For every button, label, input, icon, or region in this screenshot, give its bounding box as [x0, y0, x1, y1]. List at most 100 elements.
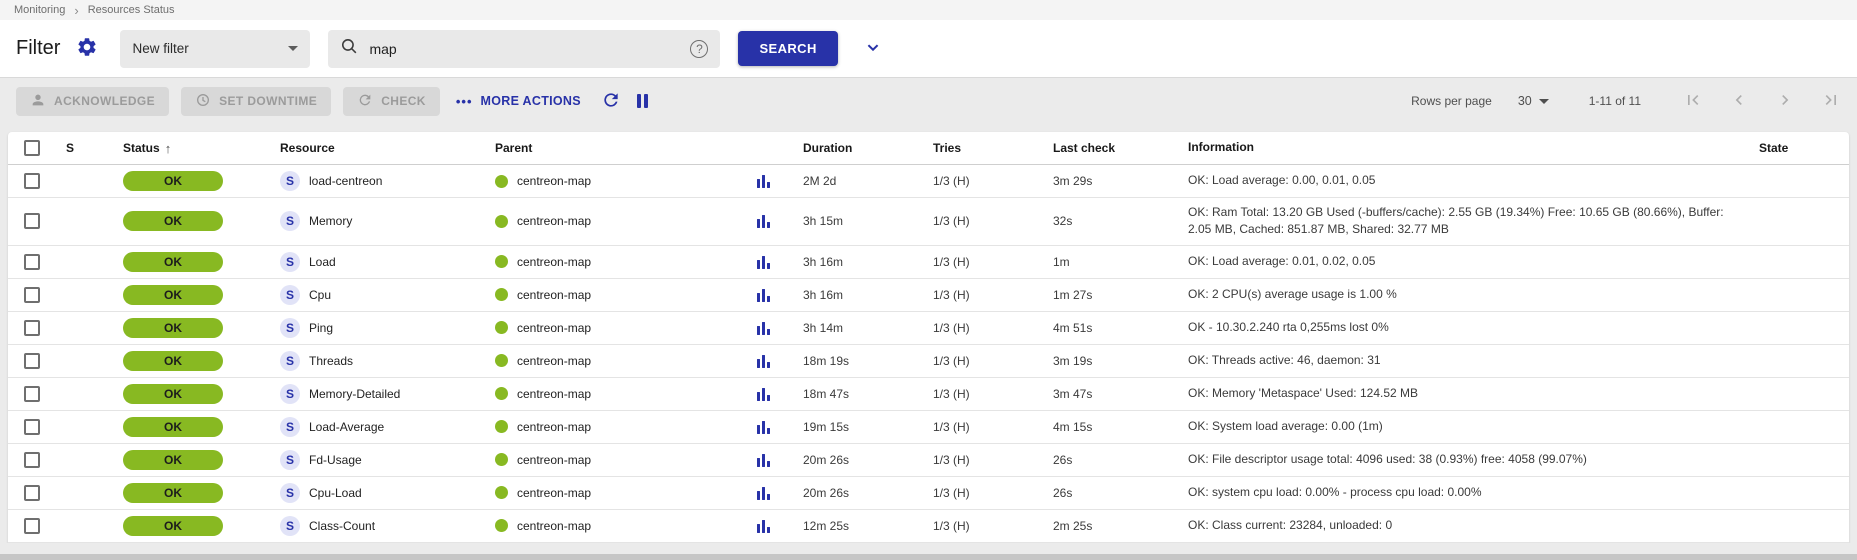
expand-filters-button[interactable] [862, 36, 884, 61]
tries-value: 1/3 (H) [913, 321, 1043, 335]
row-checkbox[interactable] [24, 287, 40, 303]
resource-name: Memory [309, 214, 352, 228]
sort-ascending-icon: ↑ [165, 141, 172, 156]
graph-icon[interactable] [757, 486, 770, 500]
graph-icon[interactable] [757, 321, 770, 335]
row-parent-cell: centreon-map [473, 486, 733, 500]
row-checkbox[interactable] [24, 213, 40, 229]
status-badge: OK [123, 318, 223, 338]
row-checkbox-cell [8, 320, 56, 336]
row-parent-cell: centreon-map [473, 214, 733, 228]
row-checkbox[interactable] [24, 452, 40, 468]
saved-filter-select[interactable]: New filter [120, 30, 310, 68]
search-input[interactable] [369, 41, 690, 57]
first-page-button[interactable] [1683, 90, 1703, 113]
row-checkbox[interactable] [24, 419, 40, 435]
table-row[interactable]: OK S Cpu-Load centreon-map 20m 26s 1/3 (… [8, 477, 1849, 510]
table-row[interactable]: OK S Memory-Detailed centreon-map 18m 47… [8, 378, 1849, 411]
duration-value: 18m 47s [793, 387, 913, 401]
graph-icon[interactable] [757, 174, 770, 188]
person-icon [30, 92, 46, 111]
row-checkbox-cell [8, 485, 56, 501]
graph-icon[interactable] [757, 288, 770, 302]
tries-value: 1/3 (H) [913, 519, 1043, 533]
header-status[interactable]: Status ↑ [108, 141, 258, 156]
graph-icon[interactable] [757, 214, 770, 228]
header-tries[interactable]: Tries [913, 141, 1043, 155]
search-button[interactable]: SEARCH [738, 31, 837, 66]
row-checkbox[interactable] [24, 254, 40, 270]
row-checkbox[interactable] [24, 485, 40, 501]
tries-value: 1/3 (H) [913, 486, 1043, 500]
status-badge: OK [123, 211, 223, 231]
row-checkbox[interactable] [24, 518, 40, 534]
breadcrumb-resources-status[interactable]: Resources Status [88, 4, 175, 16]
table-row[interactable]: OK S Load centreon-map 3h 16m 1/3 (H) 1m… [8, 246, 1849, 279]
search-help-icon[interactable]: ? [690, 40, 708, 58]
row-checkbox[interactable] [24, 386, 40, 402]
row-checkbox[interactable] [24, 320, 40, 336]
graph-icon[interactable] [757, 387, 770, 401]
table-row[interactable]: OK S Class-Count centreon-map 12m 25s 1/… [8, 510, 1849, 543]
table-row[interactable]: OK S Cpu centreon-map 3h 16m 1/3 (H) 1m … [8, 279, 1849, 312]
tries-value: 1/3 (H) [913, 354, 1043, 368]
graph-icon[interactable] [757, 420, 770, 434]
saved-filter-value: New filter [132, 41, 188, 56]
tries-value: 1/3 (H) [913, 420, 1043, 434]
header-parent[interactable]: Parent [473, 141, 733, 155]
breadcrumb-monitoring[interactable]: Monitoring [14, 4, 65, 16]
header-severity[interactable]: S [56, 141, 108, 155]
graph-icon[interactable] [757, 453, 770, 467]
horizontal-scrollbar[interactable] [0, 554, 1857, 560]
last-page-button[interactable] [1821, 90, 1841, 113]
pause-autorefresh-button[interactable] [637, 94, 648, 108]
acknowledge-button[interactable]: ACKNOWLEDGE [16, 87, 169, 116]
header-state[interactable]: State [1754, 141, 1849, 155]
rows-per-page-label: Rows per page [1411, 94, 1492, 108]
more-actions-button[interactable]: ••• MORE ACTIONS [456, 94, 581, 109]
rows-per-page-select[interactable]: 30 [1518, 94, 1549, 108]
row-graph-cell [733, 214, 793, 228]
header-duration[interactable]: Duration [793, 141, 913, 155]
tries-value: 1/3 (H) [913, 288, 1043, 302]
table-row[interactable]: OK S load-centreon centreon-map 2M 2d 1/… [8, 165, 1849, 198]
graph-icon[interactable] [757, 354, 770, 368]
table-header-row: S Status ↑ Resource Parent Duration Trie… [8, 132, 1849, 165]
header-last-check[interactable]: Last check [1043, 141, 1178, 155]
row-checkbox[interactable] [24, 173, 40, 189]
header-resource[interactable]: Resource [258, 141, 473, 155]
select-all-checkbox[interactable] [24, 140, 40, 156]
row-resource-cell: S Cpu [258, 285, 473, 305]
filter-settings-button[interactable] [76, 36, 98, 61]
refresh-button[interactable] [601, 90, 621, 113]
duration-value: 19m 15s [793, 420, 913, 434]
table-row[interactable]: OK S Ping centreon-map 3h 14m 1/3 (H) 4m… [8, 312, 1849, 345]
search-box: ? [328, 30, 720, 68]
information-value: OK: Memory 'Metaspace' Used: 124.52 MB [1178, 379, 1754, 408]
row-status-cell: OK [108, 483, 258, 503]
table-row[interactable]: OK S Load-Average centreon-map 19m 15s 1… [8, 411, 1849, 444]
resource-name: Ping [309, 321, 333, 335]
check-button[interactable]: CHECK [343, 87, 440, 116]
previous-page-button[interactable] [1729, 90, 1749, 113]
row-checkbox[interactable] [24, 353, 40, 369]
more-actions-label: MORE ACTIONS [481, 94, 581, 108]
row-status-cell: OK [108, 171, 258, 191]
graph-icon[interactable] [757, 255, 770, 269]
parent-status-dot-icon [495, 354, 508, 367]
information-value: OK: System load average: 0.00 (1m) [1178, 412, 1754, 441]
status-badge: OK [123, 450, 223, 470]
duration-value: 2M 2d [793, 174, 913, 188]
set-downtime-button[interactable]: SET DOWNTIME [181, 87, 331, 116]
table-row[interactable]: OK S Fd-Usage centreon-map 20m 26s 1/3 (… [8, 444, 1849, 477]
duration-value: 20m 26s [793, 486, 913, 500]
rows-per-page-value: 30 [1518, 94, 1532, 108]
last-page-icon [1821, 90, 1841, 113]
parent-status-dot-icon [495, 288, 508, 301]
next-page-button[interactable] [1775, 90, 1795, 113]
graph-icon[interactable] [757, 519, 770, 533]
table-row[interactable]: OK S Memory centreon-map 3h 15m 1/3 (H) … [8, 198, 1849, 246]
table-row[interactable]: OK S Threads centreon-map 18m 19s 1/3 (H… [8, 345, 1849, 378]
header-information[interactable]: Information [1178, 139, 1754, 156]
tries-value: 1/3 (H) [913, 214, 1043, 228]
